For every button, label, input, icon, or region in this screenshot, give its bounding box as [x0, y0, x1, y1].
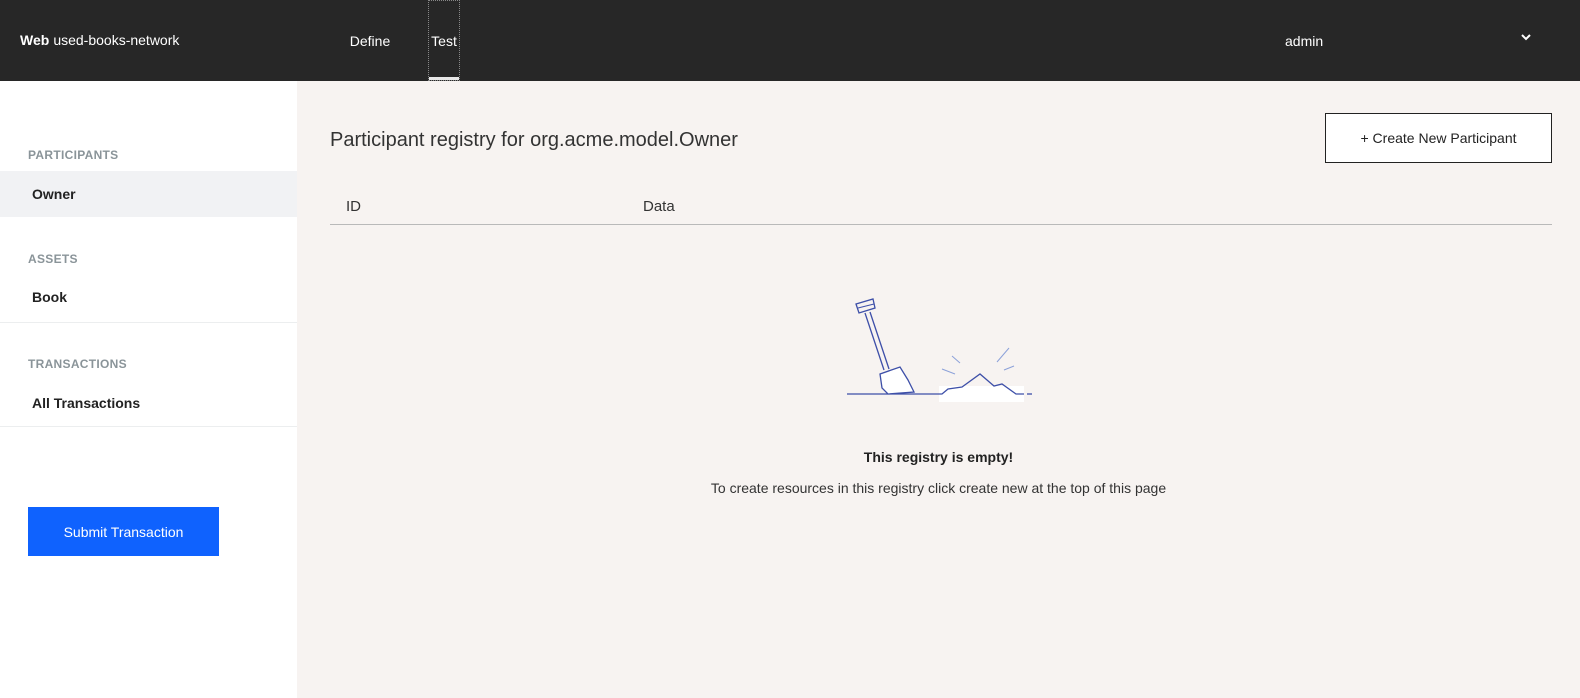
sidebar-divider — [0, 322, 297, 323]
chevron-down-icon[interactable] — [1519, 30, 1533, 44]
brand-prefix: Web — [20, 32, 50, 48]
tab-test[interactable]: Test — [428, 0, 460, 81]
sidebar: PARTICIPANTS Owner ASSETS Book TRANSACTI… — [0, 81, 297, 698]
active-tab-indicator — [429, 77, 459, 80]
tab-define[interactable]: Define — [340, 0, 400, 81]
submit-transaction-button[interactable]: Submit Transaction — [28, 507, 219, 556]
top-navigation-bar: Web used-books-network Define Test admin — [0, 0, 1580, 81]
brand-network-name: used-books-network — [53, 32, 180, 48]
empty-registry-description: To create resources in this registry cli… — [710, 480, 1167, 496]
section-label-assets: ASSETS — [28, 252, 78, 266]
main-content: Participant registry for org.acme.model.… — [297, 81, 1580, 698]
column-header-id: ID — [346, 198, 361, 215]
user-name[interactable]: admin — [1285, 33, 1323, 49]
sidebar-item-book[interactable]: Book — [0, 277, 297, 317]
section-label-participants: PARTICIPANTS — [28, 148, 119, 162]
tab-test-label: Test — [431, 32, 457, 49]
shovel-digging-illustration — [847, 298, 1032, 402]
sidebar-item-owner[interactable]: Owner — [0, 171, 297, 217]
section-label-transactions: TRANSACTIONS — [28, 357, 127, 371]
sidebar-divider — [0, 426, 297, 427]
sidebar-item-all-transactions[interactable]: All Transactions — [0, 383, 297, 423]
registry-table-header: ID Data — [330, 186, 1552, 225]
column-header-data: Data — [643, 198, 675, 215]
page-title: Participant registry for org.acme.model.… — [330, 129, 738, 151]
empty-registry-title: This registry is empty! — [863, 449, 1014, 465]
app-brand[interactable]: Web used-books-network — [20, 32, 179, 48]
create-new-participant-button[interactable]: + Create New Participant — [1325, 113, 1552, 163]
